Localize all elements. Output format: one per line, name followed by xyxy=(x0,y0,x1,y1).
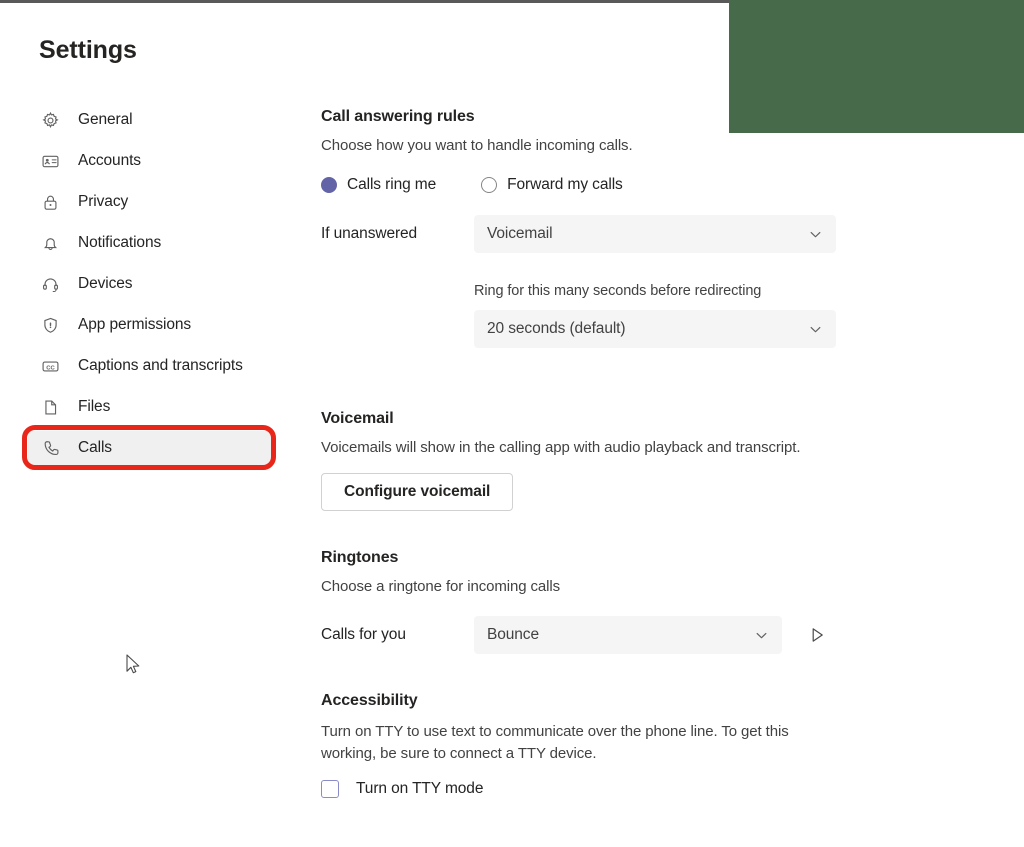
voicemail-description: Voicemails will show in the calling app … xyxy=(321,439,801,456)
ringtones-title: Ringtones xyxy=(321,549,399,566)
phone-icon xyxy=(40,438,60,458)
chevron-down-icon xyxy=(752,626,770,644)
call-answering-rules-description: Choose how you want to handle incoming c… xyxy=(321,137,633,154)
radio-label: Calls ring me xyxy=(347,176,437,193)
svg-text:CC: CC xyxy=(46,365,55,371)
sidebar-item-label: Devices xyxy=(78,275,133,292)
sidebar-item-files[interactable]: Files xyxy=(28,390,272,424)
ring-seconds-value: 20 seconds (default) xyxy=(487,320,626,337)
if-unanswered-value: Voicemail xyxy=(487,225,553,242)
if-unanswered-row: If unanswered Voicemail xyxy=(321,215,921,253)
calls-for-you-value: Bounce xyxy=(487,626,539,643)
headset-icon xyxy=(40,274,60,294)
window-top-border xyxy=(0,0,730,3)
sidebar-item-label: Accounts xyxy=(78,152,141,169)
ring-seconds-block: Ring for this many seconds before redire… xyxy=(474,283,921,348)
play-icon[interactable] xyxy=(806,624,828,646)
if-unanswered-dropdown[interactable]: Voicemail xyxy=(474,215,836,253)
ring-seconds-dropdown[interactable]: 20 seconds (default) xyxy=(474,310,836,348)
radio-unselected-icon xyxy=(481,177,498,193)
sidebar-item-label: Calls xyxy=(78,439,112,456)
voicemail-title: Voicemail xyxy=(321,410,394,427)
page-title: Settings xyxy=(39,36,137,64)
sidebar-item-label: General xyxy=(78,111,133,128)
radio-calls-ring-me[interactable]: Calls ring me xyxy=(321,176,436,194)
sidebar-item-devices[interactable]: Devices xyxy=(28,267,272,301)
tty-mode-checkbox-row[interactable]: Turn on TTY mode xyxy=(321,780,921,798)
sidebar-item-app-permissions[interactable]: App permissions xyxy=(28,308,272,342)
sidebar-item-captions-and-transcripts[interactable]: CC Captions and transcripts xyxy=(28,349,272,383)
settings-sidebar: General Accounts Privacy Notifications D… xyxy=(28,103,272,472)
gear-icon xyxy=(40,110,60,130)
accessibility-description: Turn on TTY to use text to communicate o… xyxy=(321,723,789,762)
sidebar-item-notifications[interactable]: Notifications xyxy=(28,226,272,260)
settings-main-panel: Call answering rules Choose how you want… xyxy=(321,108,921,798)
radio-forward-my-calls[interactable]: Forward my calls xyxy=(481,176,623,194)
sidebar-item-general[interactable]: General xyxy=(28,103,272,137)
sidebar-item-calls[interactable]: Calls xyxy=(28,431,272,465)
sidebar-item-privacy[interactable]: Privacy xyxy=(28,185,272,219)
shield-icon xyxy=(40,315,60,335)
configure-voicemail-button[interactable]: Configure voicemail xyxy=(321,473,514,511)
checkbox-unchecked-icon xyxy=(321,780,339,798)
if-unanswered-label: If unanswered xyxy=(321,225,418,242)
calls-for-you-label: Calls for you xyxy=(321,626,406,643)
radio-selected-icon xyxy=(321,177,337,193)
lock-icon xyxy=(40,192,60,212)
accessibility-title: Accessibility xyxy=(321,692,418,709)
bell-icon xyxy=(40,233,60,253)
tty-mode-label: Turn on TTY mode xyxy=(356,780,484,797)
sidebar-item-accounts[interactable]: Accounts xyxy=(28,144,272,178)
ring-seconds-label: Ring for this many seconds before redire… xyxy=(474,283,762,299)
chevron-down-icon xyxy=(806,225,824,243)
file-icon xyxy=(40,397,60,417)
sidebar-item-label: Files xyxy=(78,398,111,415)
calls-for-you-dropdown[interactable]: Bounce xyxy=(474,616,782,654)
contact-card-icon xyxy=(40,151,60,171)
ringtones-description: Choose a ringtone for incoming calls xyxy=(321,578,561,595)
calls-for-you-row: Calls for you Bounce xyxy=(321,616,921,654)
call-answering-radio-group: Calls ring me Forward my calls xyxy=(321,176,921,194)
sidebar-item-label: Captions and transcripts xyxy=(78,357,243,374)
chevron-down-icon xyxy=(806,320,824,338)
radio-label: Forward my calls xyxy=(507,176,623,193)
closed-caption-icon: CC xyxy=(40,356,60,376)
sidebar-item-label: Privacy xyxy=(78,193,129,210)
sidebar-item-label: Notifications xyxy=(78,234,162,251)
mouse-cursor xyxy=(126,654,142,676)
sidebar-item-label: App permissions xyxy=(78,316,192,333)
call-answering-rules-title: Call answering rules xyxy=(321,108,475,125)
